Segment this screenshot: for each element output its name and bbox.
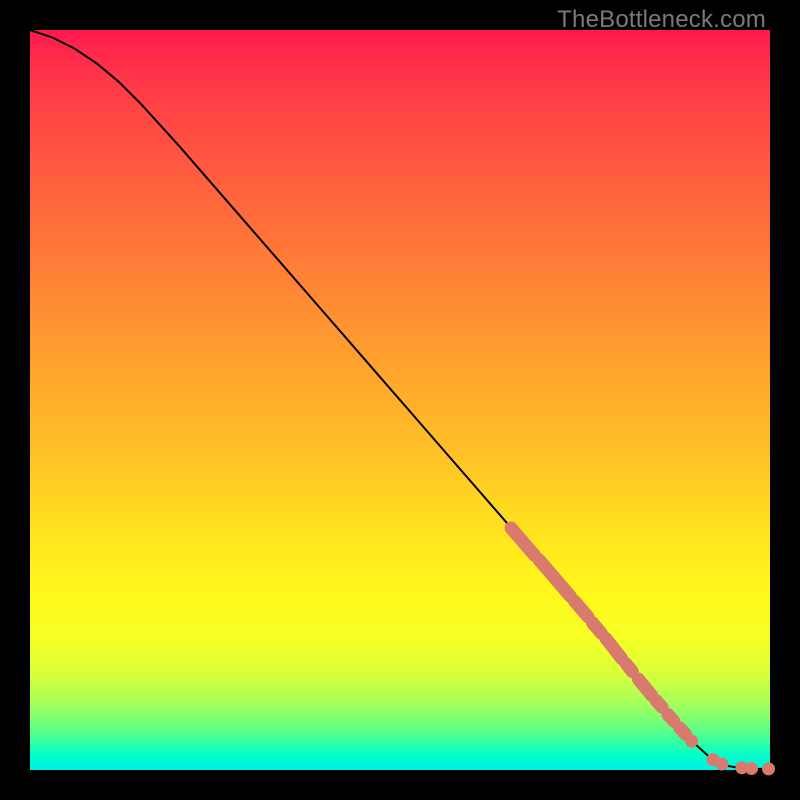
tail-point — [685, 735, 698, 748]
bottleneck-curve — [30, 30, 770, 769]
highlight-dash — [539, 560, 570, 596]
tail-point — [745, 762, 758, 775]
chart-overlay — [30, 30, 770, 770]
highlight-dash — [626, 664, 632, 671]
highlight-dash — [592, 623, 601, 633]
highlight-segments — [511, 528, 686, 734]
tail-point — [715, 758, 728, 771]
highlight-dash — [638, 679, 651, 695]
tail-point — [762, 762, 775, 775]
highlight-dash — [680, 728, 686, 735]
chart-frame: TheBottleneck.com — [0, 0, 800, 800]
highlight-dash — [511, 528, 535, 555]
highlight-dash — [668, 715, 674, 722]
highlight-dash — [575, 601, 588, 617]
plot-area — [30, 30, 770, 770]
highlight-dash — [656, 700, 662, 707]
watermark-text: TheBottleneck.com — [557, 6, 766, 34]
highlight-dash — [606, 638, 622, 659]
